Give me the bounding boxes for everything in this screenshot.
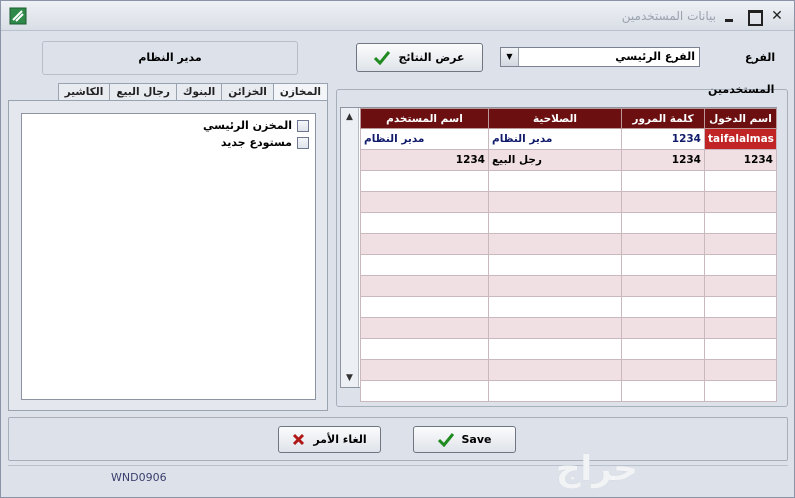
table-row[interactable] (360, 359, 777, 381)
table-row[interactable] (360, 191, 777, 213)
users-table: اسم المستخدم الصلاحية كلمة المرور اسم ال… (360, 108, 777, 402)
tab-cashier[interactable]: الكاشير (57, 83, 111, 100)
table-row[interactable] (360, 275, 777, 297)
maximize-button[interactable] (746, 8, 763, 26)
tab-safes[interactable]: الخزائن (221, 83, 274, 100)
list-item[interactable]: المخزن الرئيسي (203, 119, 309, 132)
table-header-row: اسم المستخدم الصلاحية كلمة المرور اسم ال… (360, 108, 777, 129)
branch-label: الفرع (745, 51, 776, 64)
cell-password[interactable]: 1234 (621, 128, 705, 150)
warehouses-panel: المخزن الرئيسي مستودع جديد (8, 100, 328, 411)
check-icon (374, 50, 391, 65)
minimize-button[interactable] (721, 8, 737, 24)
table-row[interactable] (360, 170, 777, 192)
cell-password[interactable]: 1234 (621, 149, 705, 171)
grid-scrollbar[interactable]: ▲ ▼ (341, 108, 359, 387)
table-row[interactable] (360, 338, 777, 360)
col-header-username[interactable]: اسم المستخدم (360, 108, 489, 129)
warehouse-label: مستودع جديد (220, 136, 292, 149)
table-row[interactable]: مدير النظام مدير النظام 1234 taifalalmas (360, 128, 777, 150)
warehouse-label: المخزن الرئيسي (203, 119, 292, 132)
chevron-up-icon[interactable]: ▲ (343, 110, 356, 124)
cell-login[interactable]: 1234 (704, 149, 777, 171)
actions-panel (8, 417, 788, 461)
users-group: ▲ ▼ اسم المستخدم الصلاحية كلمة المرور اس… (336, 89, 788, 407)
col-header-role[interactable]: الصلاحية (488, 108, 622, 129)
cell-role[interactable]: مدير النظام (488, 128, 622, 150)
users-window: بيانات المستخدمين ✕ مدير النظام عرض النت… (0, 0, 795, 498)
current-role-label: مدير النظام (138, 51, 202, 64)
chevron-down-icon[interactable]: ▼ (501, 48, 519, 66)
watermark: حراج (556, 449, 638, 489)
tab-salesmen[interactable]: رجال البيع (109, 83, 177, 100)
show-results-button[interactable]: عرض النتائج (356, 43, 483, 72)
cell-username[interactable]: 1234 (360, 149, 489, 171)
close-button[interactable]: ✕ (769, 8, 785, 24)
tab-banks[interactable]: البنوك (175, 83, 223, 100)
users-grid: ▲ ▼ اسم المستخدم الصلاحية كلمة المرور اس… (340, 107, 777, 402)
current-role-box: مدير النظام (42, 41, 298, 75)
users-group-label: المستخدمين (708, 83, 775, 96)
save-label: Save (461, 433, 492, 446)
cancel-label: الغاء الأمر (313, 433, 367, 446)
cell-username[interactable]: مدير النظام (360, 128, 489, 150)
table-row[interactable] (360, 380, 777, 402)
close-icon (293, 433, 305, 446)
warehouse-checkbox[interactable] (297, 136, 309, 149)
cell-role[interactable]: رجل البيع (488, 149, 622, 171)
left-tabs: المخازن الخزائن البنوك رجال البيع الكاشي… (8, 83, 328, 101)
cell-login[interactable]: taifalalmas (704, 128, 777, 150)
table-row[interactable] (360, 212, 777, 234)
app-icon (9, 7, 27, 25)
col-header-login[interactable]: اسم الدخول (704, 108, 777, 129)
list-item[interactable]: مستودع جديد (221, 136, 309, 149)
show-results-label: عرض النتائج (398, 51, 465, 64)
window-title: بيانات المستخدمين (621, 9, 716, 23)
table-row[interactable] (360, 317, 777, 339)
table-row[interactable] (360, 296, 777, 318)
cancel-button[interactable]: الغاء الأمر (278, 426, 381, 453)
chevron-down-icon[interactable]: ▼ (343, 371, 356, 385)
check-icon (437, 432, 454, 447)
save-button[interactable]: Save (413, 426, 516, 453)
table-row[interactable]: 1234 رجل البيع 1234 1234 (360, 149, 777, 171)
branch-value: الفرع الرئيسي (615, 50, 695, 63)
warehouse-checkbox[interactable] (297, 119, 309, 132)
branch-select[interactable]: ▼ الفرع الرئيسي (500, 47, 700, 67)
window-code: WND0906 (111, 471, 167, 484)
col-header-password[interactable]: كلمة المرور (621, 108, 705, 129)
table-row[interactable] (360, 233, 777, 255)
warehouse-list: المخزن الرئيسي مستودع جديد (21, 113, 316, 400)
table-row[interactable] (360, 254, 777, 276)
title-bar: بيانات المستخدمين ✕ (1, 1, 794, 31)
tab-warehouses[interactable]: المخازن (272, 83, 328, 101)
